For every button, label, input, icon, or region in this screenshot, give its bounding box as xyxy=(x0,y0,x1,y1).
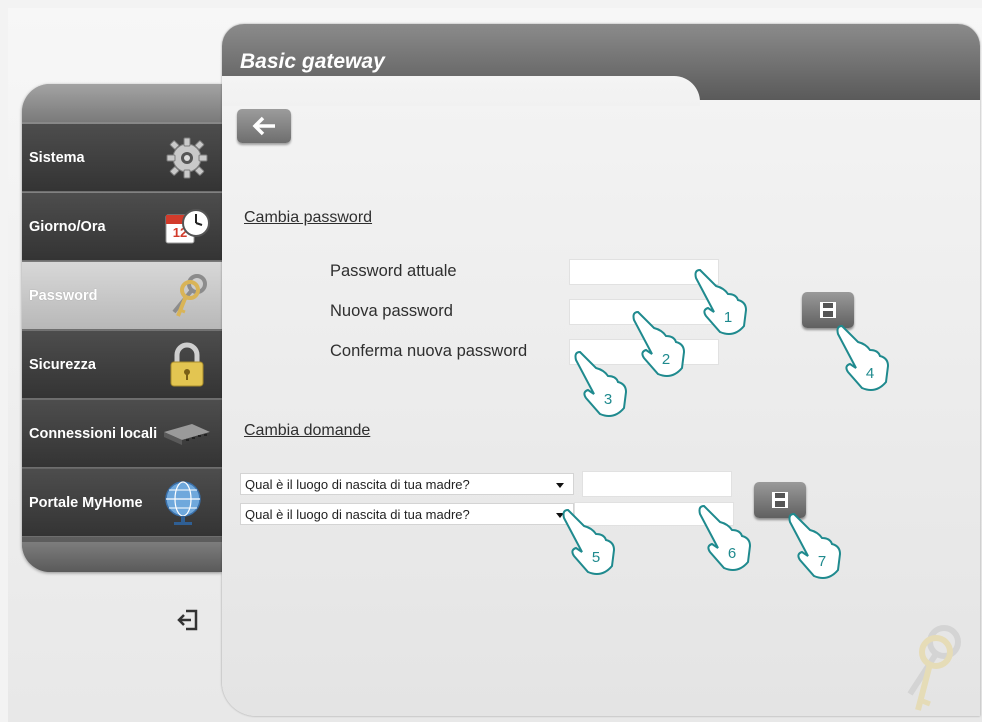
content-area xyxy=(222,100,980,716)
main-panel: Basic gateway Cambia password Password a… xyxy=(222,24,980,716)
sidebar: Sistema Giorno/Ora 12 Password Sicurezza… xyxy=(22,84,222,572)
confirm-password-label: Conferma nuova password xyxy=(330,342,528,360)
save-questions-button[interactable] xyxy=(754,482,806,518)
current-password-field[interactable] xyxy=(569,259,719,285)
padlock-icon xyxy=(162,341,212,389)
section-title-cambia-domande: Cambia domande xyxy=(244,422,371,439)
sidebar-item-label: Portale MyHome xyxy=(29,494,143,511)
sidebar-item-label: Sicurezza xyxy=(29,356,96,373)
keys-watermark-icon xyxy=(898,620,968,716)
section-title-cambia-password: Cambia password xyxy=(244,209,373,226)
chevron-down-icon xyxy=(556,483,564,488)
header-notch xyxy=(222,76,700,106)
security-question-1-select[interactable]: Qual è il luogo di nascita di tua madre? xyxy=(240,473,574,495)
confirm-password-field[interactable] xyxy=(569,339,719,365)
new-password-label: Nuova password xyxy=(330,302,453,320)
security-question-2-select[interactable]: Qual è il luogo di nascita di tua madre? xyxy=(240,503,574,525)
sidebar-item-portale-myhome[interactable]: Portale MyHome xyxy=(22,469,222,537)
sidebar-item-label: Sistema xyxy=(29,149,85,166)
logout-icon[interactable] xyxy=(176,608,200,632)
save-password-button[interactable] xyxy=(802,292,854,328)
security-answer-1-field[interactable] xyxy=(582,471,732,497)
current-password-label: Password attuale xyxy=(330,262,457,280)
floppy-disk-icon xyxy=(820,302,836,323)
security-answer-2-field[interactable] xyxy=(574,502,734,526)
gear-icon xyxy=(162,134,212,182)
arrow-left-icon xyxy=(251,116,277,141)
sidebar-footer xyxy=(22,542,222,572)
globe-icon xyxy=(158,479,208,527)
sidebar-item-label: Giorno/Ora xyxy=(29,218,106,235)
sidebar-item-sicurezza[interactable]: Sicurezza xyxy=(22,331,222,399)
sidebar-item-sistema[interactable]: Sistema xyxy=(22,124,222,192)
sidebar-item-label: Password xyxy=(29,287,98,304)
sidebar-item-label: Connessioni locali xyxy=(29,425,158,442)
back-button[interactable] xyxy=(237,109,291,143)
new-password-field[interactable] xyxy=(569,299,719,325)
network-switch-icon xyxy=(162,410,212,458)
floppy-disk-icon xyxy=(772,492,788,513)
chevron-down-icon xyxy=(556,513,564,518)
keys-icon xyxy=(162,272,212,320)
sidebar-item-giorno-ora[interactable]: Giorno/Ora 12 xyxy=(22,193,222,261)
security-question-1-value: Qual è il luogo di nascita di tua madre? xyxy=(245,477,470,492)
security-question-2-value: Qual è il luogo di nascita di tua madre? xyxy=(245,507,470,522)
calendar-clock-icon: 12 xyxy=(162,203,212,251)
sidebar-item-password[interactable]: Password xyxy=(22,262,222,330)
page-title: Basic gateway xyxy=(240,50,385,73)
sidebar-item-connessioni-locali[interactable]: Connessioni locali xyxy=(22,400,222,468)
sidebar-header xyxy=(22,84,222,122)
